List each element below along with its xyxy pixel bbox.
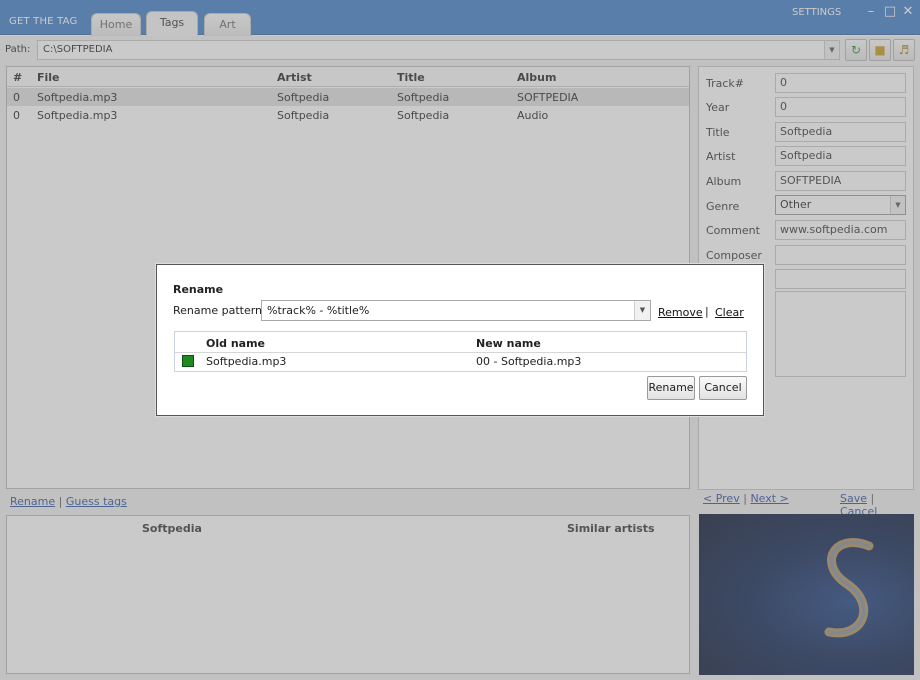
dialog-title: Rename bbox=[173, 283, 224, 296]
row-checkbox[interactable] bbox=[182, 355, 194, 367]
clear-link[interactable]: Clear bbox=[715, 306, 744, 319]
remove-link[interactable]: Remove bbox=[658, 306, 703, 319]
rename-button[interactable]: Rename bbox=[647, 376, 695, 400]
rename-pattern-value: %track% - %title% bbox=[267, 304, 370, 317]
rename-preview-table: Old name New name Softpedia.mp3 00 - Sof… bbox=[174, 331, 747, 372]
rename-dialog: Rename Rename pattern %track% - %title% … bbox=[156, 264, 764, 416]
col-new-name: New name bbox=[476, 337, 541, 350]
rename-pattern-combo[interactable]: %track% - %title% ▼ bbox=[261, 300, 651, 321]
dialog-link-separator: | bbox=[705, 305, 709, 318]
new-name-cell: 00 - Softpedia.mp3 bbox=[476, 355, 582, 368]
table-divider bbox=[175, 352, 746, 353]
chevron-down-icon[interactable]: ▼ bbox=[634, 301, 650, 320]
rename-pattern-label: Rename pattern bbox=[173, 304, 263, 317]
old-name-cell: Softpedia.mp3 bbox=[206, 355, 287, 368]
col-old-name: Old name bbox=[206, 337, 266, 350]
cancel-button[interactable]: Cancel bbox=[699, 376, 747, 400]
